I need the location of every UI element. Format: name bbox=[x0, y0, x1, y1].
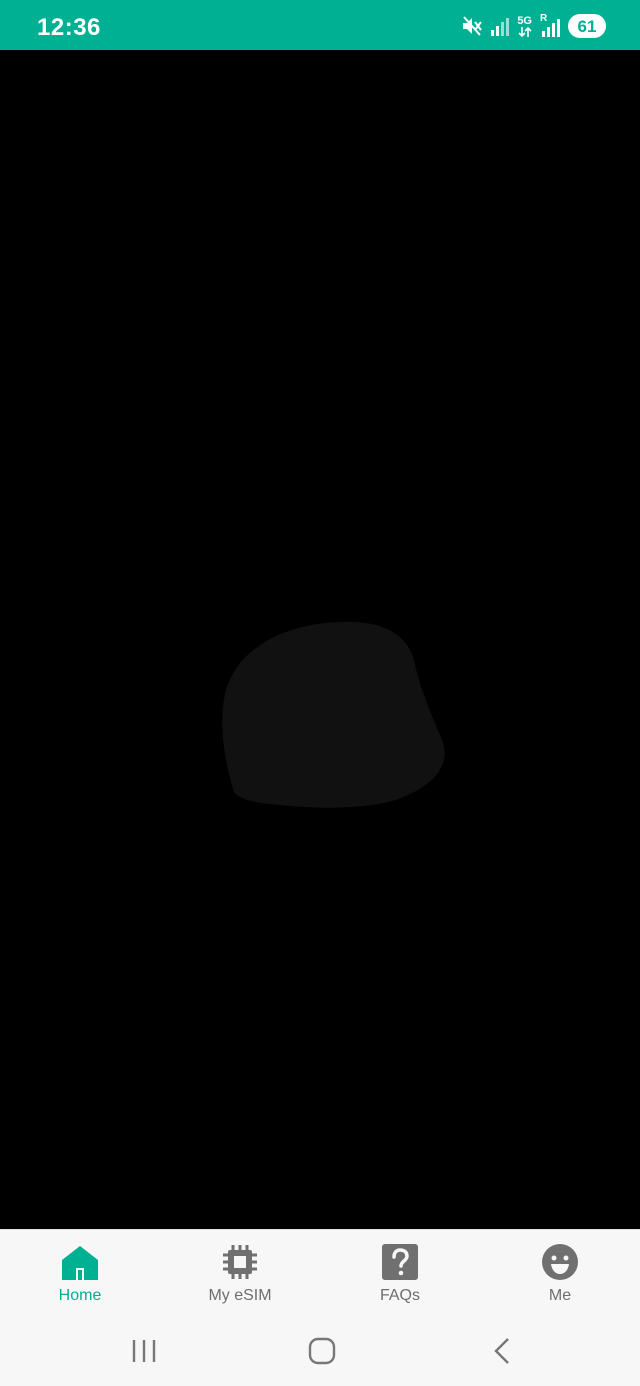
nav-label-me: Me bbox=[548, 1287, 572, 1304]
nav-item-faqs[interactable]: FAQs bbox=[320, 1230, 480, 1318]
nav-item-home[interactable]: Home bbox=[0, 1230, 160, 1318]
mute-icon bbox=[463, 16, 483, 36]
home-button-icon[interactable] bbox=[302, 1333, 342, 1369]
nav-label-my-esim: My eSIM bbox=[208, 1287, 272, 1304]
recents-icon[interactable] bbox=[124, 1333, 164, 1369]
home-icon bbox=[60, 1242, 100, 1282]
status-time: 12:36 bbox=[37, 14, 101, 41]
bottom-nav: Home My eSIM FAQs Me bbox=[0, 1229, 640, 1318]
loading-shape bbox=[222, 621, 445, 808]
question-icon bbox=[380, 1242, 420, 1282]
nav-label-home: Home bbox=[58, 1287, 102, 1304]
face-icon bbox=[540, 1242, 580, 1282]
back-icon[interactable] bbox=[482, 1333, 522, 1369]
nav-item-my-esim[interactable]: My eSIM bbox=[160, 1230, 320, 1318]
chip-icon bbox=[220, 1242, 260, 1282]
status-bar: 12:36 5G R 61 bbox=[0, 0, 640, 50]
main-content bbox=[0, 50, 640, 1229]
battery-icon: 61 bbox=[568, 14, 606, 38]
signal-icon bbox=[491, 18, 510, 36]
status-icons: 5G R 61 bbox=[461, 12, 606, 40]
nav-label-faqs: FAQs bbox=[379, 1287, 420, 1304]
system-nav-bar bbox=[0, 1317, 640, 1386]
roaming-signal-icon: R bbox=[540, 13, 560, 37]
nav-item-me[interactable]: Me bbox=[480, 1230, 640, 1318]
5g-icon: 5G bbox=[517, 14, 532, 37]
battery-level: 61 bbox=[577, 16, 597, 36]
5g-label: 5G bbox=[517, 14, 532, 27]
